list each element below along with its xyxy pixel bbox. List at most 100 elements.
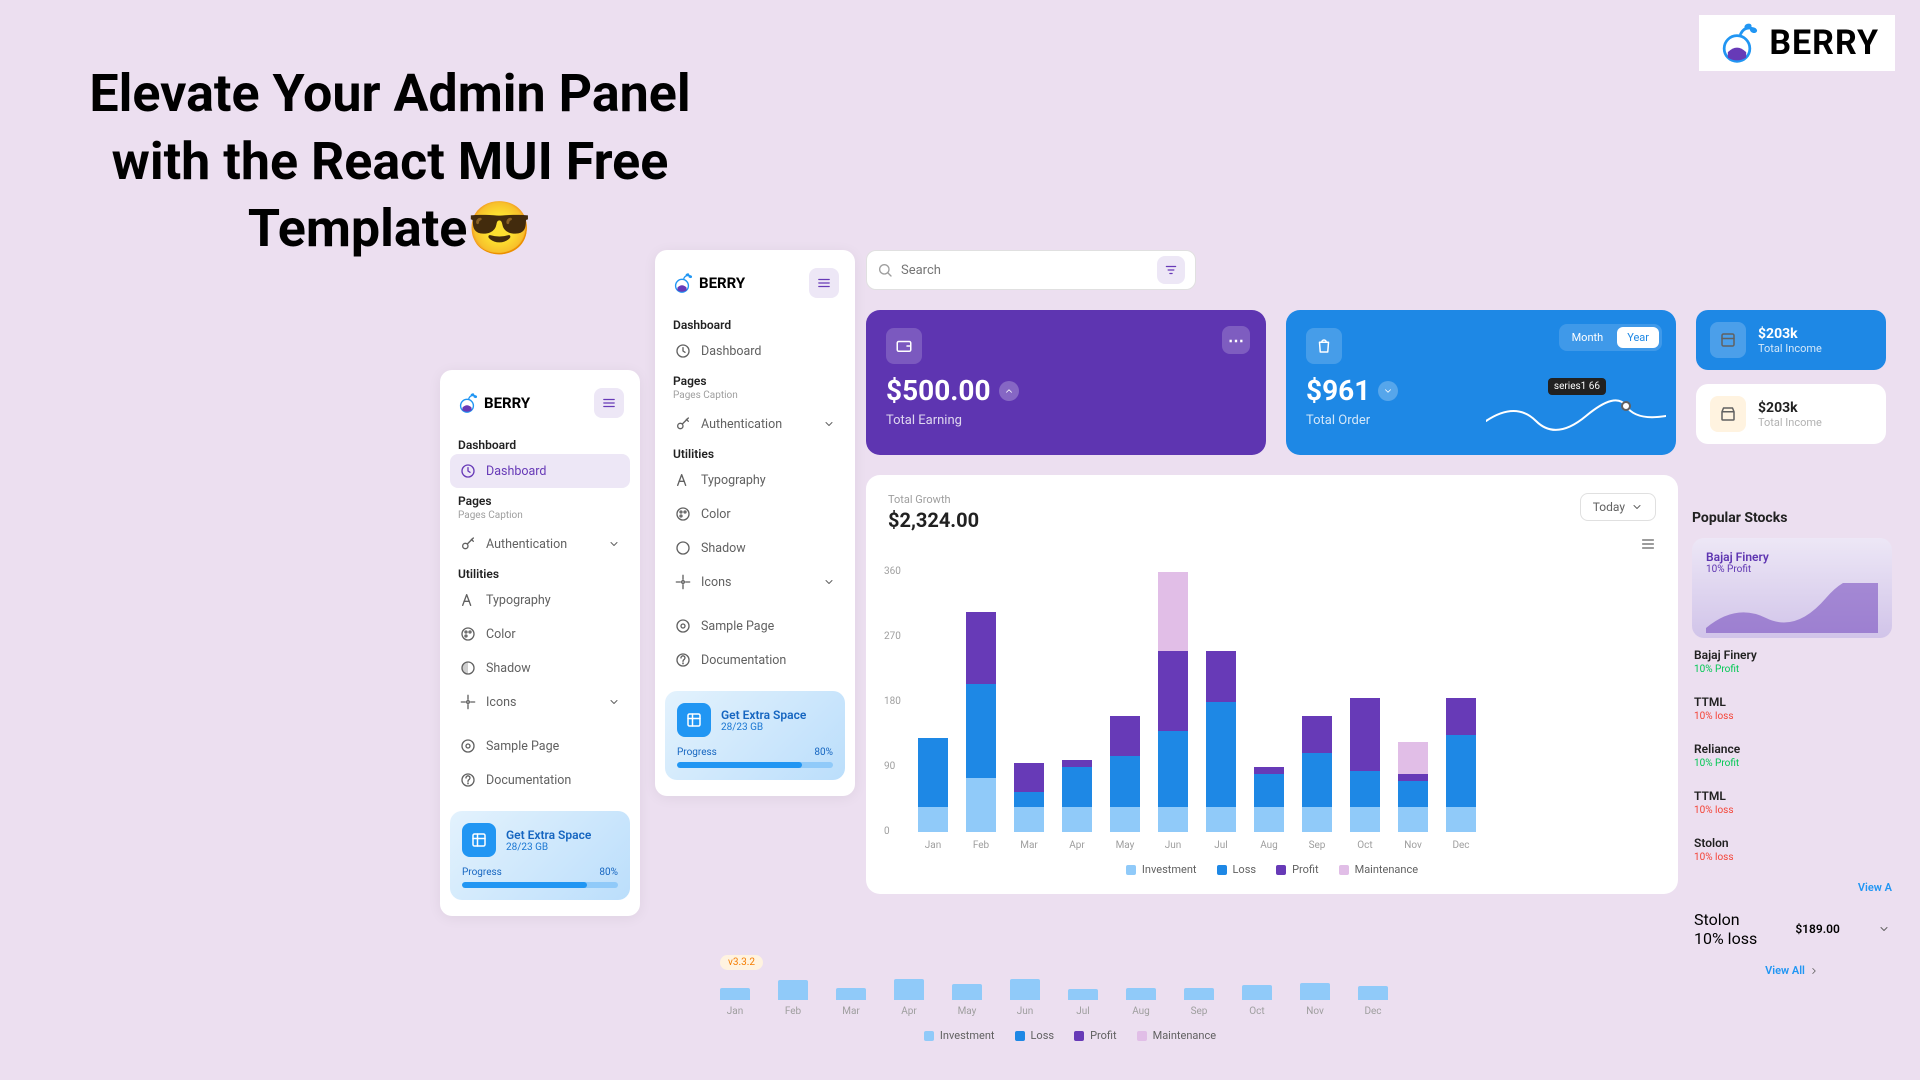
sparkline-icon [1486, 391, 1666, 441]
toggle-year[interactable]: Year [1617, 327, 1659, 348]
stock-item[interactable]: Bajaj Finery10% Profit [1692, 638, 1892, 685]
nav-shadow[interactable]: Shadow [665, 531, 845, 565]
promo-card: Get Extra Space 28/23 GB Progress80% [665, 691, 845, 780]
bar-column[interactable] [1206, 651, 1236, 832]
bar-column[interactable] [1398, 742, 1428, 832]
chevron-down-icon [823, 576, 835, 588]
bar-column[interactable] [1350, 698, 1380, 832]
promo-progress-bar [677, 762, 833, 768]
mini-value: $203k [1758, 400, 1822, 416]
view-all-partial[interactable]: View A [1692, 873, 1892, 902]
nav-label: Typography [486, 593, 551, 608]
nav-icons[interactable]: Icons [450, 685, 630, 719]
nav-typography[interactable]: Typography [450, 583, 630, 617]
spark-tooltip: series1 66 [1548, 378, 1606, 395]
nav-authentication[interactable]: Authentication [450, 527, 630, 561]
brand-chrome-icon [460, 738, 476, 754]
stock-name: Reliance [1694, 742, 1890, 756]
typography-icon [675, 472, 691, 488]
bar-column[interactable] [1014, 763, 1044, 832]
arrow-down-icon [1378, 381, 1398, 401]
nav-sample-page[interactable]: Sample Page [450, 729, 630, 763]
nav-label: Typography [701, 473, 766, 488]
nav-dashboard[interactable]: Dashboard [665, 334, 845, 368]
nav-dashboard[interactable]: Dashboard [450, 454, 630, 488]
group-dashboard: Dashboard [450, 432, 630, 454]
nav-color[interactable]: Color [665, 497, 845, 531]
stock-row-stolon[interactable]: Stolon 10% loss $189.00 [1692, 902, 1892, 956]
menu-toggle-button[interactable] [594, 388, 624, 418]
group-pages: Pages [665, 368, 845, 390]
toggle-month[interactable]: Month [1562, 327, 1614, 348]
brand-badge: BERRY [1699, 15, 1895, 71]
group-pages-caption: Pages Caption [665, 390, 845, 407]
promo-sub: 28/23 GB [721, 722, 806, 733]
order-value: $961 [1306, 374, 1370, 407]
mini-x-labels: JanFebMarAprMayJunJulAugSepOctNovDec [680, 1006, 1460, 1017]
chevron-down-icon [1878, 923, 1890, 935]
stock-change: 10% loss [1694, 711, 1890, 722]
windmill-icon [460, 694, 476, 710]
nav-icons[interactable]: Icons [665, 565, 845, 599]
key-icon [675, 416, 691, 432]
sidebar-main: BERRY Dashboard Dashboard Pages Pages Ca… [655, 250, 855, 796]
bar-column[interactable] [1110, 716, 1140, 832]
dashboard-icon [460, 463, 476, 479]
nav-label: Icons [486, 695, 516, 710]
stock-change: 10% Profit [1694, 758, 1890, 769]
nav-label: Authentication [486, 537, 567, 552]
page-headline: Elevate Your Admin Panel with the React … [40, 60, 740, 263]
stock-change: 10% loss [1694, 852, 1890, 863]
nav-shadow[interactable]: Shadow [450, 651, 630, 685]
stock-item[interactable]: Stolon 10% loss [1692, 826, 1892, 873]
nav-documentation[interactable]: Documentation [450, 763, 630, 797]
stock-profit: 10% Profit [1706, 564, 1878, 575]
mini-legend: Investment Loss Profit Maintenance [680, 1029, 1460, 1042]
area-chart-icon [1706, 583, 1878, 633]
chart-legend: Investment Loss Profit Maintenance [888, 863, 1656, 876]
view-all-link[interactable]: View All [1692, 956, 1892, 985]
nav-label: Icons [701, 575, 731, 590]
nav-documentation[interactable]: Documentation [665, 643, 845, 677]
nav-color[interactable]: Color [450, 617, 630, 651]
key-icon [460, 536, 476, 552]
chevron-down-icon [823, 418, 835, 430]
dashboard-icon [675, 343, 691, 359]
stock-name: Stolon [1694, 836, 1890, 850]
bar-column[interactable] [1062, 760, 1092, 832]
nav-authentication[interactable]: Authentication [665, 407, 845, 441]
stock-item[interactable]: Reliance 10% Profit [1692, 732, 1892, 779]
card-more-button[interactable]: ⋯ [1222, 326, 1250, 354]
menu-toggle-button[interactable] [809, 268, 839, 298]
mini-bar-chart [680, 976, 1460, 1000]
group-dashboard: Dashboard [665, 312, 845, 334]
chevron-down-icon [608, 696, 620, 708]
stocks-panel: Popular Stocks Bajaj Finery 10% Profit B… [1692, 510, 1892, 985]
bar-column[interactable] [1158, 572, 1188, 832]
bar-column[interactable] [966, 612, 996, 832]
bar-chart: 090180270360 [888, 572, 1656, 832]
nav-typography[interactable]: Typography [665, 463, 845, 497]
search-input[interactable] [901, 263, 1149, 278]
filter-button[interactable] [1157, 256, 1185, 284]
bar-column[interactable] [1302, 716, 1332, 832]
chevron-down-icon [608, 538, 620, 550]
chart-menu-icon[interactable] [1640, 536, 1656, 552]
bar-column[interactable] [1446, 698, 1476, 832]
stock-item[interactable]: TTML10% loss [1692, 779, 1892, 826]
nav-label: Documentation [486, 773, 571, 788]
promo-title: Get Extra Space [506, 828, 591, 842]
berry-logo-icon [456, 392, 478, 414]
stock-item[interactable]: TTML10% loss [1692, 685, 1892, 732]
bar-column[interactable] [1254, 767, 1284, 832]
nav-sample-page[interactable]: Sample Page [665, 609, 845, 643]
stock-name: TTML [1694, 789, 1890, 803]
stock-name: Bajaj Finery [1694, 648, 1890, 662]
period-select[interactable]: Today [1580, 493, 1656, 521]
nav-label: Shadow [486, 661, 531, 676]
promo-progress-pct: 80% [599, 867, 618, 878]
stocks-title: Popular Stocks [1692, 510, 1892, 526]
arrow-up-icon [999, 381, 1019, 401]
mini-chart-panel: v3.3.2 JanFebMarAprMayJunJulAugSepOctNov… [680, 950, 1460, 1042]
bar-column[interactable] [918, 738, 948, 832]
